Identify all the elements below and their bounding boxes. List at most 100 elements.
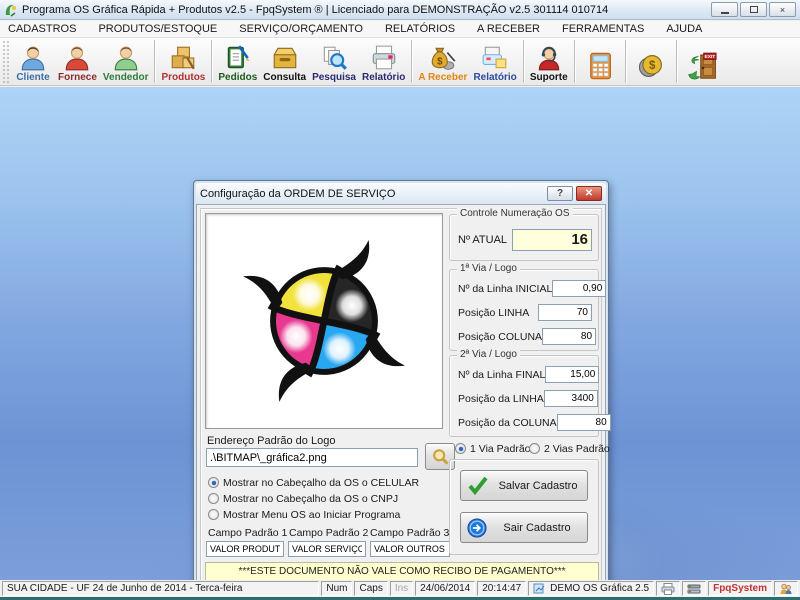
network-icon xyxy=(687,583,701,595)
radio-menu-os xyxy=(208,509,219,520)
receivables-money-icon: $ xyxy=(429,44,457,72)
salvar-cadastro-button[interactable]: Salvar Cadastro xyxy=(460,470,588,501)
via1-posicao-linha-input[interactable] xyxy=(538,304,592,321)
toolbar-grip[interactable] xyxy=(2,40,9,84)
menu-ajuda[interactable]: AJUDA xyxy=(666,23,702,35)
toolbar-relatorio2-button[interactable]: Relatório xyxy=(470,39,519,84)
group-via1-title: 1ª Via / Logo xyxy=(457,263,520,274)
toolbar-pedidos-button[interactable]: Pedidos xyxy=(215,39,260,84)
svg-text:EXIT: EXIT xyxy=(704,54,715,60)
menu-a-receber[interactable]: A RECEBER xyxy=(477,23,540,35)
os-config-dialog: Configuração da ORDEM DE SERVIÇO ? ✕ xyxy=(193,180,609,596)
client-person-icon xyxy=(19,44,47,72)
status-caps: Caps xyxy=(354,581,387,596)
calculator-icon xyxy=(585,49,615,83)
menu-servico-orcamento[interactable]: SERVIÇO/ORÇAMENTO xyxy=(239,23,363,35)
status-network[interactable] xyxy=(682,581,706,596)
via2-posicao-linha-input[interactable] xyxy=(544,390,598,407)
menu-cadastros[interactable]: CADASTROS xyxy=(8,23,76,35)
campo3-input[interactable] xyxy=(370,541,450,557)
option-1-via-label: 1 Via Padrão xyxy=(470,443,531,455)
option-1-via-padrao[interactable]: 1 Via Padrão xyxy=(455,443,531,455)
menu-relatorios[interactable]: RELATÓRIOS xyxy=(385,23,455,35)
via1-linha-inicial-input[interactable] xyxy=(552,280,606,297)
status-location: SUA CIDADE - UF 24 de Junho de 2014 - Te… xyxy=(2,581,319,596)
status-date: 24/06/2014 xyxy=(415,581,475,596)
status-printer[interactable] xyxy=(656,581,680,596)
toolbar-produtos-button[interactable]: Produtos xyxy=(158,39,208,84)
svg-text:$: $ xyxy=(437,56,443,67)
menu-ferramentas[interactable]: FERRAMENTAS xyxy=(562,23,644,35)
toolbar-fornece-button[interactable]: Fornece xyxy=(55,39,100,84)
status-time: 20:14:47 xyxy=(477,581,526,596)
exit-door-icon: EXIT xyxy=(685,49,719,83)
dialog-title: Configuração da ORDEM DE SERVIÇO xyxy=(200,188,395,200)
campo1-label: Campo Padrão 1 xyxy=(208,527,287,539)
via1-posicao-coluna-input[interactable] xyxy=(542,328,596,345)
status-users[interactable] xyxy=(774,581,798,596)
minimize-icon xyxy=(721,12,729,14)
app-window: Programa OS Gráfica Rápida + Produtos v2… xyxy=(0,0,800,600)
toolbar-separator xyxy=(676,40,677,83)
toolbar-calculadora-button[interactable] xyxy=(578,39,622,84)
client-area: Configuração da ORDEM DE SERVIÇO ? ✕ xyxy=(0,87,800,580)
toolbar-a-receber-button[interactable]: $ A Receber xyxy=(415,39,470,84)
dialog-close-button[interactable]: ✕ xyxy=(576,186,602,201)
via2-linha-final-input[interactable] xyxy=(545,366,599,383)
toolbar-separator xyxy=(154,40,155,83)
users-icon xyxy=(779,583,793,595)
toolbar-cliente-button[interactable]: Cliente xyxy=(11,39,55,84)
via2-posicao-coluna-input[interactable] xyxy=(557,414,611,431)
toolbar-relatorio-button[interactable]: Relatório xyxy=(359,39,408,84)
option-cnpj[interactable]: Mostrar no Cabeçalho da OS o CNPJ xyxy=(208,493,398,505)
toolbar-pesquisa-label: Pesquisa xyxy=(312,72,356,83)
via1-posicao-linha-label: Posição LINHA xyxy=(458,307,538,319)
status-brand: FpqSystem xyxy=(708,581,772,596)
dialog-content: Endereço Padrão do Logo Mostrar no Cabeç… xyxy=(196,204,606,594)
menu-produtos-estoque[interactable]: PRODUTOS/ESTOQUE xyxy=(98,23,217,35)
coin-icon: $ xyxy=(636,49,666,83)
maximize-button[interactable] xyxy=(740,2,767,17)
campo2-label: Campo Padrão 2 xyxy=(289,527,368,539)
logo-path-input[interactable] xyxy=(206,448,418,467)
via2-posicao-coluna-label: Posição da COLUNA xyxy=(458,417,557,429)
cmyk-logo-image xyxy=(219,223,429,419)
toolbar-pedidos-label: Pedidos xyxy=(218,72,257,83)
via2-posicao-linha-label: Posição da LINHA xyxy=(458,393,544,405)
sair-cadastro-button[interactable]: Sair Cadastro xyxy=(460,512,588,543)
minimize-button[interactable] xyxy=(711,2,738,17)
toolbar-vendedor-label: Vendedor xyxy=(103,72,149,83)
status-demo-label: DEMO OS Gráfica 2.5 xyxy=(550,583,649,594)
menu-bar: CADASTROS PRODUTOS/ESTOQUE SERVIÇO/ORÇAM… xyxy=(0,21,800,38)
option-menu-os[interactable]: Mostrar Menu OS ao Iniciar Programa xyxy=(208,509,400,521)
toolbar-separator xyxy=(211,40,212,83)
status-ins: Ins xyxy=(390,581,413,596)
radio-cnpj xyxy=(208,493,219,504)
printer-icon xyxy=(661,583,675,595)
numero-atual-value[interactable]: 16 xyxy=(512,229,592,251)
orders-clipboard-icon xyxy=(224,44,252,72)
dialog-title-bar[interactable]: Configuração da ORDEM DE SERVIÇO ? ✕ xyxy=(196,183,606,204)
campo2-input[interactable] xyxy=(288,541,366,557)
toolbar-suporte-button[interactable]: Suporte xyxy=(527,39,571,84)
close-button[interactable]: × xyxy=(769,2,796,17)
maximize-icon xyxy=(750,6,758,13)
app-icon xyxy=(4,3,18,17)
option-2-vias-padrao[interactable]: 2 Vias Padrão xyxy=(529,443,610,455)
seller-person-icon xyxy=(112,44,140,72)
toolbar-pesquisa-button[interactable]: Pesquisa xyxy=(309,39,359,84)
toolbar-separator xyxy=(574,40,575,83)
option-celular[interactable]: Mostrar no Cabeçalho da OS o CELULAR xyxy=(208,477,419,489)
toolbar-sair-button[interactable]: EXIT xyxy=(680,39,724,84)
status-num: Num xyxy=(321,581,352,596)
via2-linha-final-label: Nº da Linha FINAL xyxy=(458,369,545,381)
toolbar-consulta-button[interactable]: Consulta xyxy=(260,39,309,84)
toolbar-moeda-button[interactable]: $ xyxy=(629,39,673,84)
campo1-input[interactable] xyxy=(206,541,284,557)
search-pages-icon xyxy=(320,44,348,72)
save-check-icon xyxy=(467,476,489,496)
dialog-help-button[interactable]: ? xyxy=(547,186,573,201)
toolbar-separator xyxy=(523,40,524,83)
toolbar-vendedor-button[interactable]: Vendedor xyxy=(100,39,152,84)
toolbar-fornece-label: Fornece xyxy=(58,72,97,83)
